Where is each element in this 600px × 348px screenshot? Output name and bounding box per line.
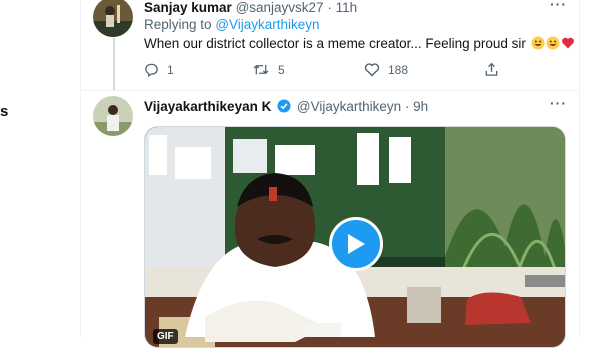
grinning-face-icon	[531, 36, 545, 53]
gif-badge: GIF	[153, 329, 178, 344]
reply-count: 1	[167, 62, 174, 77]
like-count: 188	[388, 62, 409, 77]
like-button[interactable]: 188	[364, 62, 408, 77]
replying-to-link[interactable]: @Vijaykarthikeyn	[215, 17, 319, 32]
author-name[interactable]: Sanjay kumar	[144, 0, 232, 15]
reply-button[interactable]: 1	[144, 62, 174, 77]
retweet-count: 5	[278, 62, 285, 77]
avatar-image	[93, 96, 133, 136]
sidebar-fragment-text: s	[0, 103, 9, 120]
share-button[interactable]	[484, 62, 499, 77]
tweet-header: Vijayakarthikeyan K @Vijaykarthikeyn · 9…	[144, 99, 428, 116]
play-button[interactable]	[329, 217, 383, 271]
retweet-button[interactable]: 5	[252, 62, 285, 77]
author-name[interactable]: Vijayakarthikeyan K	[144, 99, 271, 114]
tweet-header: Sanjay kumar @sanjayvsk27 · 11h	[144, 0, 357, 15]
grinning-face-icon	[546, 36, 560, 53]
replying-to: Replying to @Vijaykarthikeyn	[144, 17, 320, 32]
tweet-time[interactable]: 9h	[413, 99, 428, 114]
heart-icon	[364, 63, 380, 77]
replying-prefix: Replying to	[144, 17, 212, 32]
author-handle[interactable]: @sanjayvsk27	[236, 0, 324, 15]
author-handle[interactable]: @Vijaykarthikeyn	[297, 99, 401, 114]
more-options-icon[interactable]: ···	[550, 95, 567, 111]
separator-dot: ·	[404, 99, 410, 114]
play-icon	[348, 234, 365, 254]
separator-dot: ·	[327, 0, 332, 15]
red-heart-icon	[561, 36, 575, 53]
thread-connector-line	[113, 38, 115, 90]
avatar[interactable]	[93, 96, 133, 136]
tweet-divider	[80, 90, 578, 91]
verified-badge-icon	[277, 99, 291, 116]
share-icon	[485, 62, 498, 76]
more-options-icon[interactable]: ···	[550, 0, 567, 12]
tweet-time[interactable]: 11h	[336, 0, 358, 15]
reply-icon	[145, 63, 158, 77]
retweet-icon	[253, 64, 269, 75]
tweet-body: When our district collector is a meme cr…	[144, 36, 526, 51]
tweet-media-gif[interactable]: GIF	[144, 126, 566, 348]
tweet-text: When our district collector is a meme cr…	[144, 36, 575, 53]
